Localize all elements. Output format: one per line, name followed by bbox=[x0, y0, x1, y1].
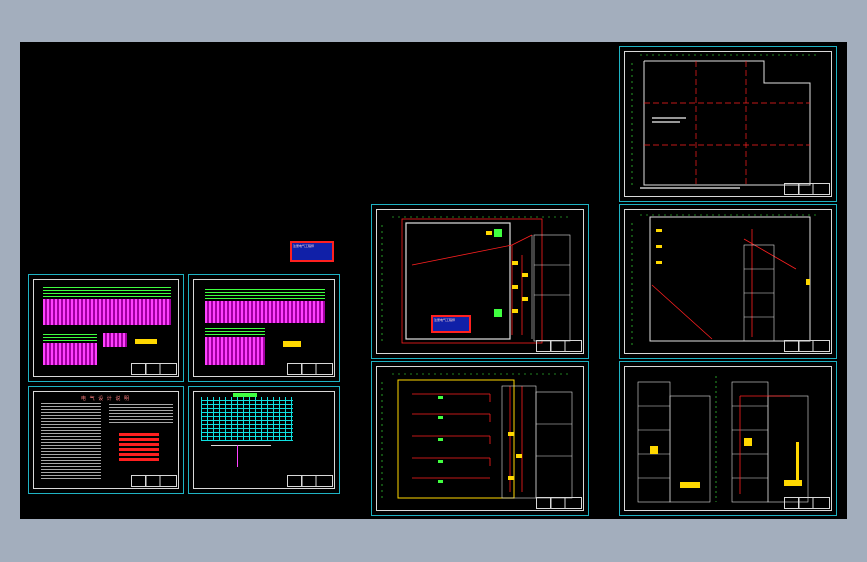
bus-header bbox=[43, 287, 171, 297]
sheet-upper-floor-plan[interactable] bbox=[619, 204, 837, 359]
sheet-ground-floor-power-plan[interactable]: 注册电气工程师 bbox=[371, 204, 589, 359]
plan-stamp-text: 注册电气工程师 bbox=[434, 318, 456, 322]
title-block bbox=[784, 183, 830, 195]
bus-header bbox=[205, 287, 325, 299]
yellow-detail bbox=[135, 339, 157, 344]
power-plan-drawing bbox=[381, 216, 572, 345]
title-block bbox=[131, 363, 177, 375]
sheet-ground-floor-lighting-plan[interactable] bbox=[371, 361, 589, 516]
sub-panel bbox=[205, 327, 265, 335]
schedule-table bbox=[201, 397, 293, 441]
design-notes-title: 电 气 设 计 说 明 bbox=[81, 396, 130, 402]
notes-text-right bbox=[109, 403, 173, 423]
upper-plan-drawing bbox=[631, 214, 820, 345]
red-legend bbox=[119, 431, 159, 461]
riser-line bbox=[211, 445, 271, 446]
sub-panel-table-2 bbox=[103, 333, 127, 347]
yellow-detail bbox=[283, 341, 301, 347]
sheet-equipment-schedule[interactable] bbox=[188, 386, 340, 494]
plan-stamp: 注册电气工程师 bbox=[431, 315, 471, 333]
schedule-header bbox=[233, 393, 257, 397]
sub-panel bbox=[43, 333, 97, 341]
title-block bbox=[784, 340, 830, 352]
title-block bbox=[536, 497, 582, 509]
circuit-table bbox=[205, 301, 325, 323]
sheet-design-notes[interactable]: 电 气 设 计 说 明 bbox=[28, 386, 184, 494]
cad-viewport[interactable]: 注册电气工程师 电 气 设 计 说 明 注册电气工程师 bbox=[20, 42, 847, 519]
sub-panel-table bbox=[43, 343, 97, 365]
roof-plan-drawing bbox=[631, 54, 820, 189]
title-block bbox=[784, 497, 830, 509]
notes-text-left bbox=[41, 403, 101, 479]
title-block bbox=[536, 340, 582, 352]
lighting-plan-drawing bbox=[381, 373, 573, 502]
sheet-electrical-system-1[interactable] bbox=[28, 274, 184, 382]
floating-stamp-text: 注册电气工程师 bbox=[293, 244, 315, 248]
sheet-roof-plan[interactable] bbox=[619, 46, 837, 202]
title-block bbox=[287, 475, 333, 487]
floating-stamp: 注册电气工程师 bbox=[290, 241, 334, 262]
section-drawing bbox=[637, 376, 809, 503]
title-block bbox=[131, 475, 177, 487]
sheet-electrical-system-2[interactable] bbox=[188, 274, 340, 382]
circuit-table bbox=[43, 299, 171, 325]
sub-panel-table bbox=[205, 337, 265, 365]
riser-drop bbox=[237, 445, 238, 467]
sheet-section-details[interactable] bbox=[619, 361, 837, 516]
title-block bbox=[287, 363, 333, 375]
